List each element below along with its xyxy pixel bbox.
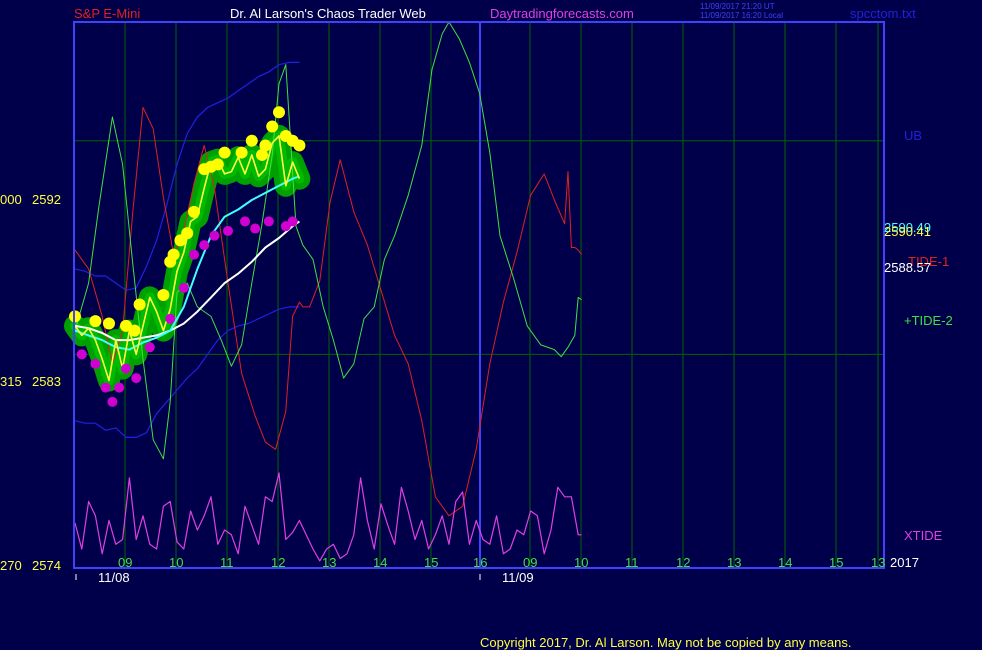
x-tick-label: 14 (373, 555, 387, 570)
date-label-1108: 11/08 (98, 570, 130, 585)
low-marker (240, 216, 250, 227)
low-marker (223, 225, 233, 236)
low-marker (90, 358, 101, 369)
low-marker (100, 382, 111, 393)
local-time: 11/09/2017 16:20 Local (700, 11, 783, 20)
high-marker (293, 139, 306, 152)
high-marker (133, 298, 146, 311)
y-tick-2592: 2592 (32, 192, 61, 207)
utc-time: 11/09/2017 21:20 UT (700, 2, 775, 11)
low-marker (121, 363, 131, 374)
high-marker (181, 227, 194, 240)
low-marker (199, 240, 210, 251)
x-tick-label: 12 (676, 555, 690, 570)
low-marker (250, 223, 261, 234)
x-tick-label: 16 (473, 555, 487, 570)
high-marker (211, 158, 224, 171)
high-marker (245, 134, 258, 147)
label-ub: UB (904, 128, 922, 143)
low-marker (165, 313, 176, 324)
low-marker (144, 342, 155, 353)
x-tick-label: 11 (220, 555, 234, 570)
x-tick-label: 14 (778, 555, 792, 570)
label-value-b: 2590.41 (884, 224, 931, 239)
symbol-title: S&P E-Mini (74, 6, 140, 21)
high-marker (266, 120, 279, 133)
x-tick-label: 13 (322, 555, 336, 570)
y-tick-left-2574: 270 (0, 558, 22, 573)
x-tick-label: 15 (829, 555, 843, 570)
high-marker (188, 205, 200, 218)
x-tick-label: 13 (871, 555, 885, 570)
low-marker (131, 373, 142, 384)
x-tick-label: 10 (169, 555, 183, 570)
low-marker (189, 249, 199, 260)
site-link[interactable]: Daytradingforecasts.com (490, 6, 634, 21)
year-label: 2017 (890, 555, 919, 570)
low-marker (76, 349, 87, 360)
high-marker (128, 324, 141, 337)
x-tick-label: 10 (574, 555, 588, 570)
high-marker (235, 146, 248, 159)
high-marker (157, 289, 170, 301)
y-tick-left-2592: 000 (0, 192, 22, 207)
x-tick-label: 12 (271, 555, 285, 570)
x-tick-label: 15 (424, 555, 438, 570)
label-value-c: 2588.57 (884, 260, 931, 275)
chart-canvas: S&P E-Mini Dr. Al Larson's Chaos Trader … (0, 2, 953, 650)
date-label-1109: 11/09 (502, 570, 534, 585)
high-marker (218, 146, 231, 159)
file-name: spcctom.txt (850, 6, 916, 21)
high-marker (167, 248, 180, 261)
low-marker (209, 230, 220, 241)
y-tick-2583: 2583 (32, 374, 61, 389)
chart-grid (74, 22, 884, 568)
series-line-tide2 (74, 21, 582, 460)
label-xtide: XTIDE (904, 528, 943, 543)
y-tick-2574: 2574 (32, 558, 61, 573)
low-marker (263, 216, 274, 227)
x-tick-label: 11 (625, 555, 639, 570)
high-marker (103, 317, 115, 330)
low-marker (107, 396, 118, 407)
x-tick-label: 09 (118, 555, 132, 570)
low-marker (287, 216, 298, 227)
high-marker (89, 315, 102, 328)
x-tick-label: 09 (523, 555, 537, 570)
y-tick-left-2583: 315 (0, 374, 22, 389)
low-marker (178, 282, 189, 293)
high-marker (259, 139, 272, 152)
x-tick-label: 13 (727, 555, 741, 570)
copyright: Copyright 2017, Dr. Al Larson. May not b… (480, 635, 851, 650)
high-marker (273, 106, 285, 119)
label-tide2: +TIDE-2 (904, 313, 953, 328)
series-line-xtide (74, 472, 582, 562)
chart-title: Dr. Al Larson's Chaos Trader Web (230, 6, 426, 21)
low-marker (114, 382, 125, 393)
